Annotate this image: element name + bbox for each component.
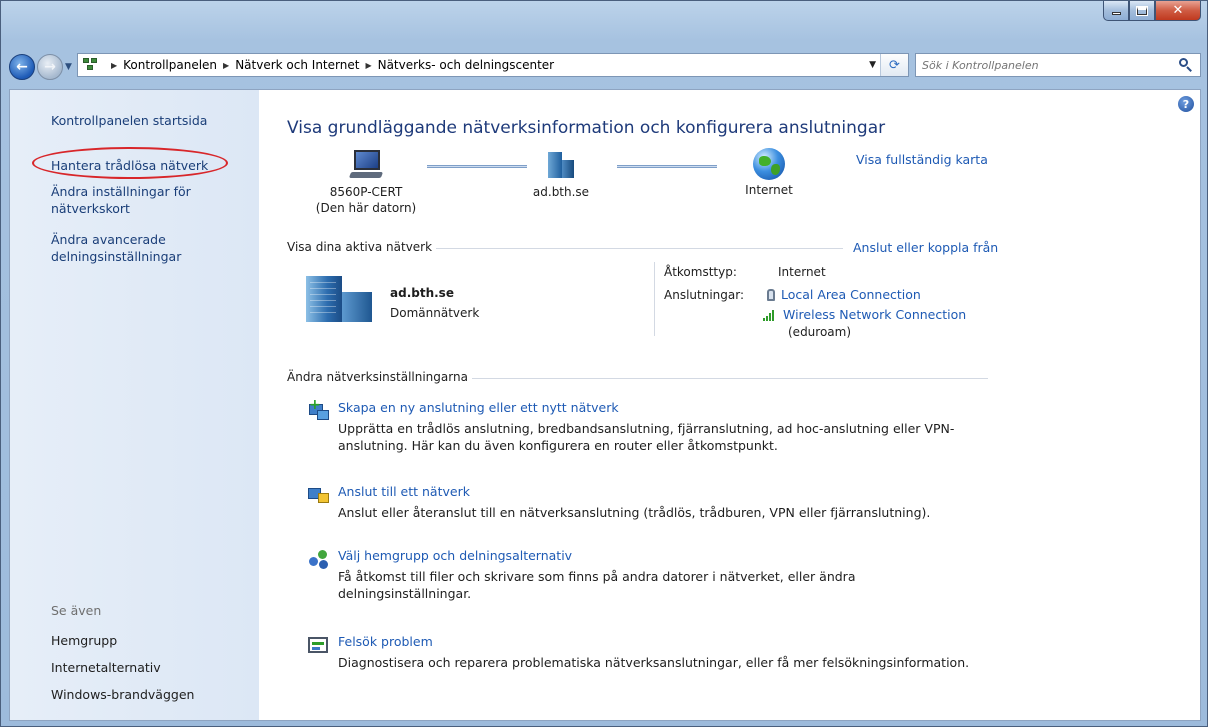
sidebar-item-adapter-settings[interactable]: Ändra inställningar för nätverkskort [51,183,221,217]
title-bar: ✕ [1,1,1207,45]
forward-button[interactable]: → [37,54,63,80]
connect-network-icon [307,484,329,506]
window-frame: ✕ ← → ▼ ▶ Kontrollpanelen ▶ Nätverk och … [0,0,1208,727]
internet-label: Internet [745,183,793,197]
access-type-value: Internet [778,265,826,279]
window-controls: ✕ [1103,1,1201,21]
task-troubleshoot: Felsök problem Diagnostisera och reparer… [307,634,1007,678]
connect-disconnect-link[interactable]: Anslut eller koppla från [849,240,999,255]
vertical-divider [654,262,655,336]
breadcrumb-separator-icon[interactable]: ▶ [223,61,229,70]
active-network-type[interactable]: Domännätverk [390,306,479,320]
connection-wireless-ssid[interactable]: (eduroam) [788,325,851,339]
globe-icon [753,148,785,180]
back-button[interactable]: ← [9,54,35,80]
troubleshoot-icon [307,634,329,656]
full-map-link[interactable]: Visa fullständig karta [856,152,988,167]
recent-pages-dropdown[interactable]: ▼ [65,62,72,72]
main-panel: Visa grundläggande nätverksinformation o… [259,90,1202,720]
forward-arrow-icon: → [44,59,56,75]
connection-local-area[interactable]: Local Area Connection [767,287,921,302]
homegroup-icon [307,548,329,570]
settings-heading: Ändra nätverksinställningarna [287,370,472,384]
connections-label: Anslutningar: [664,288,744,302]
task-homegroup: Välj hemgrupp och delningsalternativ Få … [307,548,1007,608]
task-homegroup-desc: Få åtkomst till filer och skrivare som f… [338,569,856,601]
search-input[interactable] [922,55,1176,75]
sidebar-item-advanced-sharing[interactable]: Ändra avancerade delningsinställningar [51,231,241,265]
minimize-icon [1111,12,1121,15]
breadcrumb-separator-icon[interactable]: ▶ [111,61,117,70]
map-node-computer[interactable]: 8560P-CERT (Den här datorn) [311,150,421,216]
computer-caption: (Den här datorn) [315,201,417,215]
wifi-signal-icon [763,307,777,321]
task-new-connection: + Skapa en ny anslutning eller ett nytt … [307,398,1007,460]
map-node-internet[interactable]: Internet [729,148,809,198]
page-title: Visa grundläggande nätverksinformation o… [287,118,886,138]
breadcrumb-control-panel[interactable]: Kontrollpanelen [123,58,217,72]
task-homegroup-link[interactable]: Välj hemgrupp och delningsalternativ [338,548,572,563]
address-history-dropdown[interactable]: ▼ [869,60,876,70]
see-also-windows-firewall[interactable]: Windows-brandväggen [51,686,194,703]
task-troubleshoot-desc: Diagnostisera och reparera problematiska… [338,655,970,670]
content-area: Kontrollpanelen startsida Hantera trådlö… [9,89,1201,721]
close-button[interactable]: ✕ [1155,1,1201,21]
refresh-icon: ⟳ [889,57,900,73]
breadcrumb-sharing-center[interactable]: Nätverks- och delningscenter [378,58,555,72]
new-connection-icon: + [307,398,329,422]
active-networks-heading: Visa dina aktiva nätverk [287,240,437,254]
active-network-name: ad.bth.se [390,286,454,300]
computer-name: 8560P-CERT [329,185,403,199]
refresh-button[interactable]: ⟳ [880,54,908,76]
sidebar-item-control-panel-home[interactable]: Kontrollpanelen startsida [51,112,207,129]
network-folder-icon [83,58,99,72]
domain-name: ad.bth.se [532,185,590,199]
minimize-button[interactable] [1103,1,1129,21]
maximize-icon [1136,5,1148,16]
connection-wireless[interactable]: Wireless Network Connection [763,307,966,322]
close-icon: ✕ [1172,3,1184,18]
access-type-label: Åtkomsttyp: [664,265,737,279]
map-node-domain[interactable]: ad.bth.se [521,150,601,200]
task-troubleshoot-link[interactable]: Felsök problem [338,634,433,649]
search-icon[interactable] [1176,55,1196,75]
see-also-heading: Se även [51,603,102,618]
task-new-connection-desc: Upprätta en trådlös anslutning, bredband… [338,421,955,453]
domain-network-icon [304,276,376,324]
see-also-internet-options[interactable]: Internetalternativ [51,659,161,676]
task-connect-network-desc: Anslut eller återanslut till en nätverks… [338,505,931,520]
navigation-bar: ← → ▼ ▶ Kontrollpanelen ▶ Nätverk och In… [9,53,1201,83]
breadcrumb-network-internet[interactable]: Nätverk och Internet [235,58,359,72]
task-connect-network: Anslut till ett nätverk Anslut eller åte… [307,484,1007,528]
connection-wireless-link[interactable]: Wireless Network Connection [783,307,966,322]
breadcrumb: ▶ Kontrollpanelen ▶ Nätverk och Internet… [105,58,554,72]
ethernet-plug-icon [767,289,775,301]
task-new-connection-link[interactable]: Skapa en ny anslutning eller ett nytt nä… [338,400,619,415]
task-connect-network-link[interactable]: Anslut till ett nätverk [338,484,470,499]
sidebar: Kontrollpanelen startsida Hantera trådlö… [10,90,259,720]
sidebar-item-manage-wireless[interactable]: Hantera trådlösa nätverk [51,157,208,174]
breadcrumb-separator-icon[interactable]: ▶ [365,61,371,70]
address-bar[interactable]: ▶ Kontrollpanelen ▶ Nätverk och Internet… [77,53,909,77]
see-also-homegroup[interactable]: Hemgrupp [51,632,117,649]
maximize-button[interactable] [1129,1,1155,21]
map-connection-line [427,165,527,168]
domain-network-icon [546,150,576,180]
map-connection-line [617,165,717,168]
connection-local-area-link[interactable]: Local Area Connection [781,287,921,302]
search-box[interactable] [915,53,1201,77]
back-arrow-icon: ← [16,59,28,75]
computer-icon [348,150,384,180]
